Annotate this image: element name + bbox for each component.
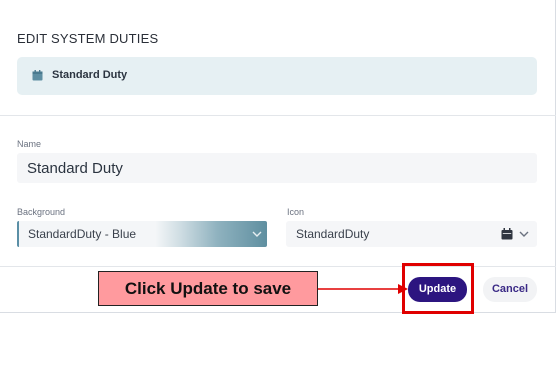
calendar-icon (32, 70, 43, 81)
update-highlight-box (402, 263, 474, 314)
background-label: Background (17, 207, 66, 217)
icon-select[interactable]: StandardDuty (286, 221, 537, 247)
instruction-callout: Click Update to save (98, 271, 318, 306)
background-select-value: StandardDuty - Blue (28, 227, 137, 241)
arrow-icon (318, 284, 408, 294)
calendar-icon (501, 228, 513, 240)
icon-label: Icon (287, 207, 305, 217)
banner-label: Standard Duty (52, 69, 128, 81)
name-input[interactable]: Standard Duty (17, 153, 537, 183)
name-label: Name (17, 139, 42, 149)
cancel-button[interactable]: Cancel (483, 277, 537, 302)
selected-duty-banner: Standard Duty (17, 57, 537, 95)
chevron-down-icon (519, 231, 529, 237)
background-select[interactable]: StandardDuty - Blue (17, 221, 267, 247)
icon-select-value: StandardDuty (296, 227, 370, 241)
divider (0, 115, 556, 116)
chevron-down-icon (252, 231, 262, 237)
dialog-title: EDIT SYSTEM DUTIES (17, 31, 159, 46)
